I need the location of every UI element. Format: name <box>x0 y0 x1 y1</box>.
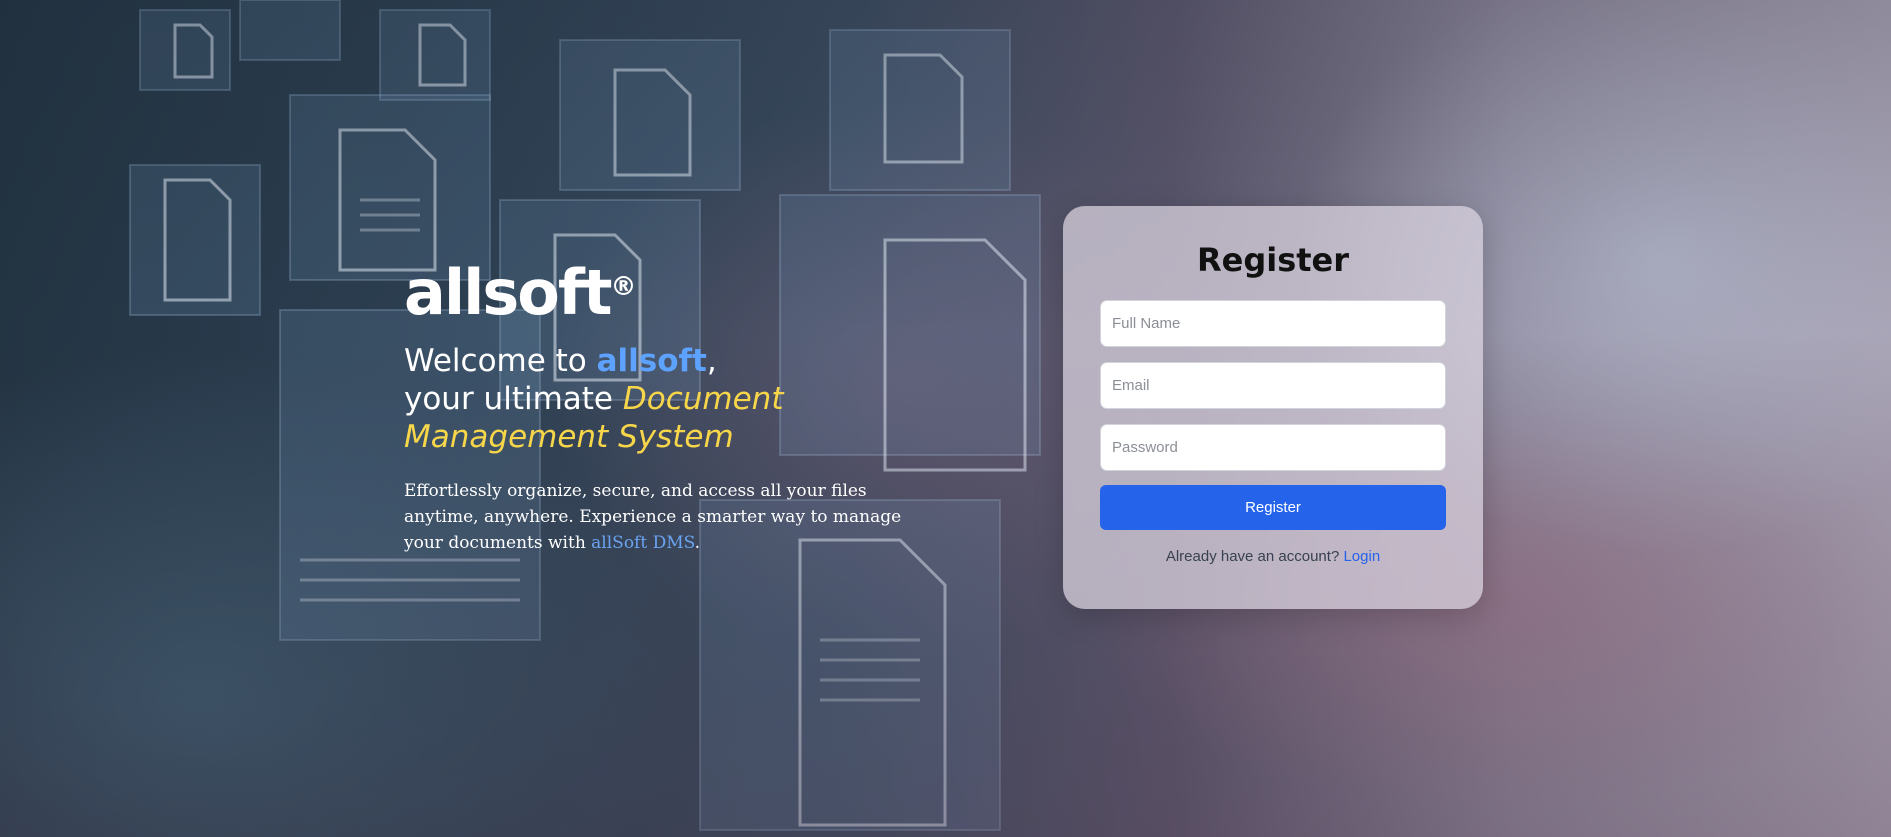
welcome-highlight-2: Management System <box>404 419 734 455</box>
logo-text: allsoft <box>404 256 612 329</box>
welcome-heading: Welcome to allsoft, your ultimate Docume… <box>404 342 944 456</box>
document-illustration <box>129 0 1041 831</box>
register-title: Register <box>1196 241 1350 279</box>
email-field[interactable] <box>1100 362 1446 409</box>
register-button[interactable]: Register <box>1100 485 1446 530</box>
description-end: . <box>694 533 701 553</box>
welcome-comma: , <box>706 343 717 379</box>
register-card: Register Register Already have an accoun… <box>1063 206 1483 609</box>
registered-mark: ® <box>610 272 637 302</box>
password-field[interactable] <box>1100 424 1446 471</box>
login-link[interactable]: Login <box>1343 548 1380 565</box>
allsoft-logo: allsoft® <box>404 262 944 324</box>
background-image <box>0 0 1891 837</box>
hero-section: allsoft® Welcome to allsoft, your ultima… <box>404 262 944 573</box>
login-prompt-text: Already have an account? <box>1165 548 1344 565</box>
welcome-highlight-1: Document <box>622 381 784 417</box>
allsoft-dms-link[interactable]: allSoft DMS <box>591 533 695 553</box>
full-name-field[interactable] <box>1100 300 1446 347</box>
description-text: Effortlessly organize, secure, and acces… <box>404 478 944 556</box>
login-prompt: Already have an account? Login <box>1100 548 1446 565</box>
welcome-subtext: your ultimate <box>404 381 623 417</box>
welcome-text: Welcome to <box>404 343 597 379</box>
welcome-brand: allsoft <box>596 343 707 379</box>
